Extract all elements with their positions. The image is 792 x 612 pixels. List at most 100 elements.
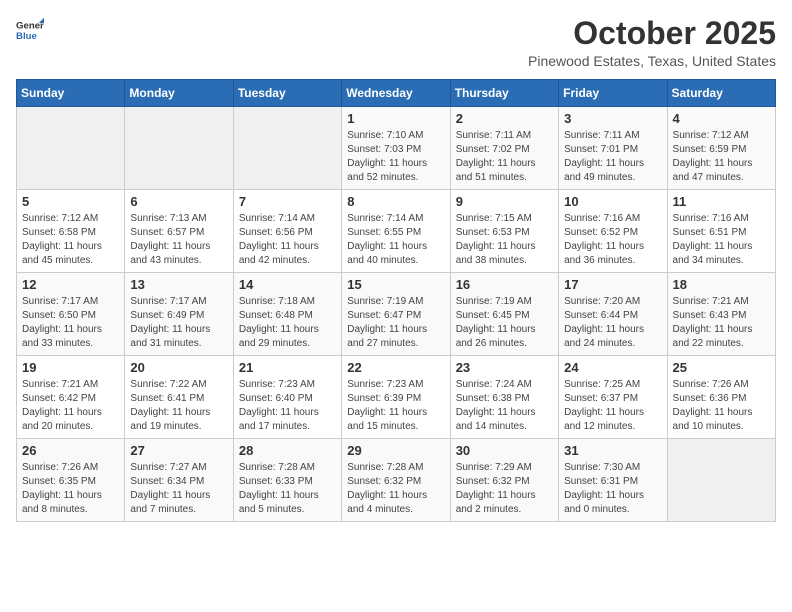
calendar-week-5: 26 Sunrise: 7:26 AM Sunset: 6:35 PM Dayli…: [17, 439, 776, 522]
calendar-cell: 21 Sunrise: 7:23 AM Sunset: 6:40 PM Dayli…: [233, 356, 341, 439]
day-info: Sunrise: 7:28 AM Sunset: 6:32 PM Dayligh…: [347, 461, 444, 517]
calendar-week-4: 19Sunrise: 7:21 AM Sunset: 6:42 PM Dayli…: [17, 356, 776, 439]
day-info: Sunrise: 7:13 AM Sunset: 6:57 PM Dayligh…: [130, 212, 227, 268]
day-number: 28: [239, 443, 336, 458]
calendar-week-3: 12 Sunrise: 7:17 AM Sunset: 6:50 PM Dayli…: [17, 273, 776, 356]
calendar-week-2: 5 Sunrise: 7:12 AM Sunset: 6:58 PM Daylig…: [17, 190, 776, 273]
day-number: 20: [130, 360, 227, 375]
day-number: 18: [673, 277, 770, 292]
day-number: 22: [347, 360, 444, 375]
day-number: 21: [239, 360, 336, 375]
day-number: 10: [564, 194, 661, 209]
day-info: Sunrise: 7:19 AM Sunset: 6:45 PM Dayligh…: [456, 295, 553, 351]
day-info: Sunrise: 7:23 AM Sunset: 6:39 PM Dayligh…: [347, 378, 444, 434]
day-number: 9: [456, 194, 553, 209]
column-header-saturday: Saturday: [667, 80, 775, 107]
calendar-cell: 19Sunrise: 7:21 AM Sunset: 6:42 PM Dayli…: [17, 356, 125, 439]
calendar-cell: 15Sunrise: 7:19 AM Sunset: 6:47 PM Dayli…: [342, 273, 450, 356]
day-info: Sunrise: 7:30 AM Sunset: 6:31 PM Dayligh…: [564, 461, 661, 517]
day-info: Sunrise: 7:21 AM Sunset: 6:43 PM Dayligh…: [673, 295, 770, 351]
column-header-sunday: Sunday: [17, 80, 125, 107]
day-info: Sunrise: 7:14 AM Sunset: 6:55 PM Dayligh…: [347, 212, 444, 268]
calendar-cell: 13 Sunrise: 7:17 AM Sunset: 6:49 PM Dayli…: [125, 273, 233, 356]
day-number: 26: [22, 443, 119, 458]
day-number: 29: [347, 443, 444, 458]
day-info: Sunrise: 7:18 AM Sunset: 6:48 PM Dayligh…: [239, 295, 336, 351]
day-number: 14: [239, 277, 336, 292]
calendar-cell: 28 Sunrise: 7:28 AM Sunset: 6:33 PM Dayli…: [233, 439, 341, 522]
calendar-table: SundayMondayTuesdayWednesdayThursdayFrid…: [16, 79, 776, 522]
day-number: 6: [130, 194, 227, 209]
column-header-tuesday: Tuesday: [233, 80, 341, 107]
day-number: 16: [456, 277, 553, 292]
calendar-cell: 11 Sunrise: 7:16 AM Sunset: 6:51 PM Dayli…: [667, 190, 775, 273]
day-number: 5: [22, 194, 119, 209]
calendar-cell: 6 Sunrise: 7:13 AM Sunset: 6:57 PM Daylig…: [125, 190, 233, 273]
day-info: Sunrise: 7:28 AM Sunset: 6:33 PM Dayligh…: [239, 461, 336, 517]
location-title: Pinewood Estates, Texas, United States: [528, 53, 776, 69]
day-info: Sunrise: 7:20 AM Sunset: 6:44 PM Dayligh…: [564, 295, 661, 351]
day-info: Sunrise: 7:12 AM Sunset: 6:59 PM Dayligh…: [673, 129, 770, 185]
day-info: Sunrise: 7:16 AM Sunset: 6:52 PM Dayligh…: [564, 212, 661, 268]
day-info: Sunrise: 7:25 AM Sunset: 6:37 PM Dayligh…: [564, 378, 661, 434]
calendar-cell: 27Sunrise: 7:27 AM Sunset: 6:34 PM Dayli…: [125, 439, 233, 522]
day-info: Sunrise: 7:17 AM Sunset: 6:50 PM Dayligh…: [22, 295, 119, 351]
day-info: Sunrise: 7:16 AM Sunset: 6:51 PM Dayligh…: [673, 212, 770, 268]
day-number: 13: [130, 277, 227, 292]
day-info: Sunrise: 7:17 AM Sunset: 6:49 PM Dayligh…: [130, 295, 227, 351]
page-header: General Blue October 2025 Pinewood Estat…: [16, 16, 776, 69]
calendar-cell: 18 Sunrise: 7:21 AM Sunset: 6:43 PM Dayli…: [667, 273, 775, 356]
column-header-thursday: Thursday: [450, 80, 558, 107]
calendar-cell: 14 Sunrise: 7:18 AM Sunset: 6:48 PM Dayli…: [233, 273, 341, 356]
calendar-cell: 5 Sunrise: 7:12 AM Sunset: 6:58 PM Daylig…: [17, 190, 125, 273]
calendar-cell: 2Sunrise: 7:11 AM Sunset: 7:02 PM Daylig…: [450, 107, 558, 190]
day-info: Sunrise: 7:29 AM Sunset: 6:32 PM Dayligh…: [456, 461, 553, 517]
day-info: Sunrise: 7:19 AM Sunset: 6:47 PM Dayligh…: [347, 295, 444, 351]
day-info: Sunrise: 7:24 AM Sunset: 6:38 PM Dayligh…: [456, 378, 553, 434]
day-number: 3: [564, 111, 661, 126]
day-number: 23: [456, 360, 553, 375]
day-number: 7: [239, 194, 336, 209]
day-info: Sunrise: 7:11 AM Sunset: 7:01 PM Dayligh…: [564, 129, 661, 185]
svg-text:Blue: Blue: [16, 31, 37, 42]
day-number: 25: [673, 360, 770, 375]
day-number: 30: [456, 443, 553, 458]
column-header-monday: Monday: [125, 80, 233, 107]
calendar-cell: 20Sunrise: 7:22 AM Sunset: 6:41 PM Dayli…: [125, 356, 233, 439]
calendar-cell: 12 Sunrise: 7:17 AM Sunset: 6:50 PM Dayli…: [17, 273, 125, 356]
day-number: 4: [673, 111, 770, 126]
day-number: 17: [564, 277, 661, 292]
svg-text:General: General: [16, 20, 44, 31]
column-header-friday: Friday: [559, 80, 667, 107]
logo-icon: General Blue: [16, 16, 44, 44]
day-info: Sunrise: 7:12 AM Sunset: 6:58 PM Dayligh…: [22, 212, 119, 268]
calendar-cell: 24 Sunrise: 7:25 AM Sunset: 6:37 PM Dayli…: [559, 356, 667, 439]
calendar-cell: 8 Sunrise: 7:14 AM Sunset: 6:55 PM Daylig…: [342, 190, 450, 273]
day-number: 8: [347, 194, 444, 209]
day-number: 11: [673, 194, 770, 209]
day-info: Sunrise: 7:23 AM Sunset: 6:40 PM Dayligh…: [239, 378, 336, 434]
day-info: Sunrise: 7:26 AM Sunset: 6:35 PM Dayligh…: [22, 461, 119, 517]
day-number: 19: [22, 360, 119, 375]
day-number: 12: [22, 277, 119, 292]
calendar-cell: [233, 107, 341, 190]
calendar-cell: 30 Sunrise: 7:29 AM Sunset: 6:32 PM Dayli…: [450, 439, 558, 522]
calendar-cell: 16 Sunrise: 7:19 AM Sunset: 6:45 PM Dayli…: [450, 273, 558, 356]
calendar-cell: 25Sunrise: 7:26 AM Sunset: 6:36 PM Dayli…: [667, 356, 775, 439]
day-number: 2: [456, 111, 553, 126]
calendar-cell: 22 Sunrise: 7:23 AM Sunset: 6:39 PM Dayli…: [342, 356, 450, 439]
calendar-cell: 17 Sunrise: 7:20 AM Sunset: 6:44 PM Dayli…: [559, 273, 667, 356]
calendar-cell: [17, 107, 125, 190]
column-header-wednesday: Wednesday: [342, 80, 450, 107]
logo: General Blue: [16, 16, 44, 44]
calendar-header-row: SundayMondayTuesdayWednesdayThursdayFrid…: [17, 80, 776, 107]
calendar-cell: 23 Sunrise: 7:24 AM Sunset: 6:38 PM Dayli…: [450, 356, 558, 439]
title-area: October 2025 Pinewood Estates, Texas, Un…: [528, 16, 776, 69]
day-number: 24: [564, 360, 661, 375]
month-title: October 2025: [528, 16, 776, 51]
calendar-cell: 7 Sunrise: 7:14 AM Sunset: 6:56 PM Daylig…: [233, 190, 341, 273]
day-info: Sunrise: 7:14 AM Sunset: 6:56 PM Dayligh…: [239, 212, 336, 268]
calendar-cell: 10 Sunrise: 7:16 AM Sunset: 6:52 PM Dayli…: [559, 190, 667, 273]
day-info: Sunrise: 7:27 AM Sunset: 6:34 PM Dayligh…: [130, 461, 227, 517]
day-info: Sunrise: 7:15 AM Sunset: 6:53 PM Dayligh…: [456, 212, 553, 268]
